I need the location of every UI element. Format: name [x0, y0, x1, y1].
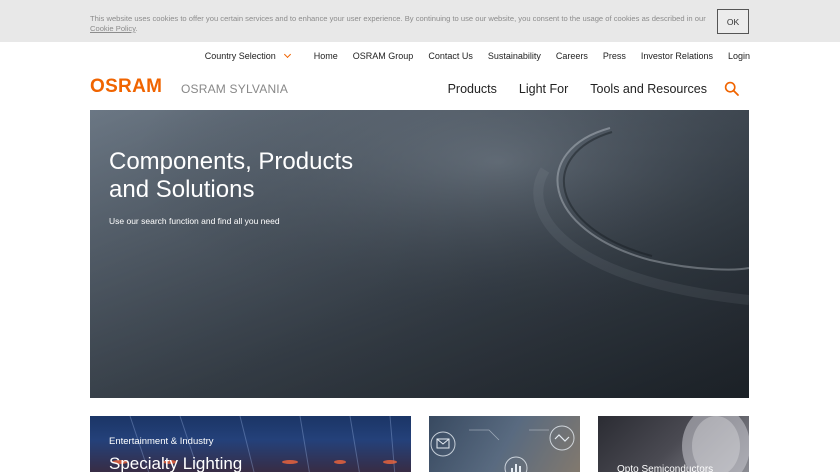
util-link-sustainability[interactable]: Sustainability	[488, 50, 541, 62]
hero-title: Components, Products and Solutions	[109, 148, 409, 204]
cookie-message-text: This website uses cookies to offer you c…	[90, 14, 706, 23]
util-link-login[interactable]: Login	[728, 50, 750, 62]
main-nav: Products Light For Tools and Resources	[426, 81, 707, 97]
util-link-investor-relations[interactable]: Investor Relations	[641, 50, 713, 62]
tile-digital[interactable]	[429, 416, 580, 472]
sub-brand: OSRAM SYLVANIA	[181, 82, 289, 96]
search-icon[interactable]	[724, 81, 740, 97]
country-selection[interactable]: Country Selection	[205, 50, 299, 62]
util-link-home[interactable]: Home	[314, 50, 338, 62]
nav-products[interactable]: Products	[448, 81, 497, 97]
cookie-banner: This website uses cookies to offer you c…	[0, 0, 840, 42]
util-link-careers[interactable]: Careers	[556, 50, 588, 62]
hero-subtitle: Use our search function and find all you…	[109, 216, 280, 226]
chevron-down-icon	[283, 50, 291, 59]
country-selection-label: Country Selection	[204, 51, 276, 61]
osram-logo[interactable]: OSRAM	[90, 77, 162, 97]
utility-nav: Country Selection Home OSRAM Group Conta…	[205, 50, 750, 62]
util-link-press[interactable]: Press	[603, 50, 626, 62]
tile-title: Specialty Lighting	[109, 454, 243, 472]
tile-kicker: Entertainment & Industry	[109, 436, 214, 447]
util-link-osram-group[interactable]: OSRAM Group	[353, 50, 414, 62]
nav-tools-and-resources[interactable]: Tools and Resources	[590, 81, 707, 97]
util-link-contact-us[interactable]: Contact Us	[428, 50, 473, 62]
hero-title-line2: and Solutions	[109, 176, 255, 203]
nav-light-for[interactable]: Light For	[519, 81, 568, 97]
cookie-message: This website uses cookies to offer you c…	[90, 14, 706, 33]
tile-title: Opto Semiconductors	[617, 464, 714, 472]
cookie-ok-button[interactable]: OK	[717, 9, 749, 34]
cookie-policy-link[interactable]: Cookie Policy	[90, 24, 135, 33]
tile-opto-semiconductors[interactable]: Opto Semiconductors	[598, 416, 749, 472]
tile-background-image	[429, 416, 580, 472]
hero-banner: Components, Products and Solutions Use o…	[90, 110, 749, 398]
tile-specialty-lighting[interactable]: Entertainment & Industry Specialty Light…	[90, 416, 411, 472]
hero-title-line1: Components, Products	[109, 148, 354, 175]
